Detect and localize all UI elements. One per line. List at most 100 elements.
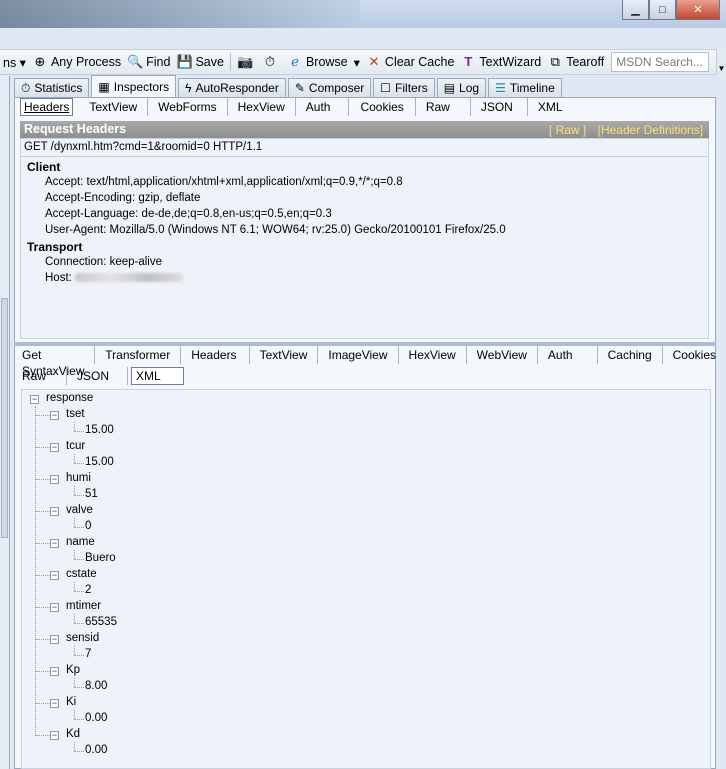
timer-button[interactable]: ⏱ bbox=[259, 54, 284, 70]
request-tab-auth[interactable]: Auth bbox=[296, 98, 350, 116]
request-tab-hexview[interactable]: HexView bbox=[228, 98, 296, 116]
request-tab-textview[interactable]: TextView bbox=[79, 98, 149, 116]
response-tab-headers[interactable]: Headers bbox=[181, 346, 250, 364]
any-process-button[interactable]: ⊕ Any Process bbox=[29, 54, 124, 70]
response-tab-textview[interactable]: TextView bbox=[250, 346, 319, 364]
toolbar-overflow-button[interactable]: ▼ bbox=[716, 49, 726, 75]
tree-node-sensid[interactable]: sensid bbox=[66, 632, 99, 644]
tree-value: 51 bbox=[85, 488, 98, 500]
tree-node-humi[interactable]: humi bbox=[66, 472, 91, 484]
textwizard-icon: T bbox=[464, 54, 473, 69]
response-tab-cookies[interactable]: Cookies bbox=[663, 346, 726, 364]
pencil-icon: ✎ bbox=[294, 81, 305, 95]
tab-filters[interactable]: ☐ Filters bbox=[373, 78, 435, 97]
response-tab-syntaxview[interactable]: Get SyntaxView bbox=[17, 346, 96, 378]
collapse-toggle[interactable]: − bbox=[50, 443, 59, 452]
tearoff-button[interactable]: ⧉ Tearoff bbox=[544, 54, 607, 70]
request-tab-cookies[interactable]: Cookies bbox=[349, 98, 416, 116]
collapse-toggle[interactable]: − bbox=[50, 475, 59, 484]
request-headers-title: Request Headers bbox=[24, 122, 127, 136]
request-tab-raw[interactable]: Raw bbox=[416, 98, 471, 116]
collapse-toggle[interactable]: − bbox=[50, 667, 59, 676]
request-tab-strip: Headers TextView WebForms HexView Auth C… bbox=[17, 98, 573, 116]
collapse-toggle[interactable]: − bbox=[50, 731, 59, 740]
save-button[interactable]: 💾 Save bbox=[173, 54, 227, 70]
tree-node-valve[interactable]: valve bbox=[66, 504, 93, 516]
find-button[interactable]: 🔍 Find bbox=[124, 54, 173, 70]
camera-button[interactable]: 📷 bbox=[234, 54, 259, 70]
tree-node-ki[interactable]: Ki bbox=[66, 696, 76, 708]
eraser-icon: ✕ bbox=[368, 54, 380, 69]
tab-composer[interactable]: ✎ Composer bbox=[287, 78, 372, 97]
tree-node-kp[interactable]: Kp bbox=[66, 664, 80, 676]
tab-autoresponder[interactable]: ϟ AutoResponder bbox=[178, 78, 286, 97]
tab-inspectors[interactable]: ▦ Inspectors bbox=[91, 75, 177, 97]
collapse-toggle[interactable]: − bbox=[50, 411, 59, 420]
clear-cache-button[interactable]: ✕ Clear Cache bbox=[363, 54, 457, 70]
collapse-toggle[interactable]: − bbox=[30, 395, 39, 404]
collapse-toggle[interactable]: − bbox=[50, 699, 59, 708]
header-group-client[interactable]: Client bbox=[27, 160, 60, 174]
browse-button[interactable]: ℯ Browse bbox=[284, 54, 351, 70]
tree-node-mtimer[interactable]: mtimer bbox=[66, 600, 101, 612]
response-tab-json[interactable]: JSON bbox=[67, 367, 129, 385]
tab-label: Log bbox=[459, 81, 480, 95]
tab-timeline[interactable]: ☰ Timeline bbox=[488, 78, 562, 97]
scrollbar-thumb[interactable] bbox=[1, 298, 8, 538]
close-button[interactable]: ✕ bbox=[676, 0, 720, 20]
title-bar: ▁ □ ✕ bbox=[0, 0, 726, 28]
tree-value: 65535 bbox=[85, 616, 117, 628]
raw-link[interactable]: [ Raw ] bbox=[549, 123, 586, 137]
binoculars-icon: 🔍 bbox=[127, 54, 144, 69]
header-definitions-link[interactable]: [Header Definitions] bbox=[598, 123, 703, 137]
request-tab-xml[interactable]: XML bbox=[528, 98, 573, 116]
collapse-toggle[interactable]: − bbox=[50, 635, 59, 644]
tree-node-root[interactable]: response bbox=[46, 392, 93, 404]
checkbox-icon: ☐ bbox=[380, 81, 392, 95]
response-tab-caching[interactable]: Caching bbox=[598, 346, 663, 364]
tree-node-kd[interactable]: Kd bbox=[66, 728, 80, 740]
collapse-toggle[interactable]: − bbox=[50, 571, 59, 580]
request-line: GET /dynxml.htm?cmd=1&roomid=0 HTTP/1.1 bbox=[24, 141, 263, 153]
tab-log[interactable]: ▤ Log bbox=[436, 78, 487, 97]
tree-node-name[interactable]: name bbox=[66, 536, 95, 548]
minimize-button[interactable]: ▁ bbox=[622, 0, 649, 20]
response-tab-transformer[interactable]: Transformer bbox=[95, 346, 182, 364]
tree-value: 2 bbox=[85, 584, 92, 596]
response-tab-auth[interactable]: Auth bbox=[538, 346, 598, 364]
collapse-toggle[interactable]: − bbox=[50, 539, 59, 548]
tree-line bbox=[74, 678, 75, 687]
xml-tree-view: − response − tset 15.00 − tcur 15.00 − h… bbox=[21, 389, 711, 769]
response-tab-imageview[interactable]: ImageView bbox=[318, 346, 399, 364]
truncated-menu-button[interactable]: ns ▾ bbox=[0, 55, 29, 70]
collapse-toggle[interactable]: − bbox=[50, 507, 59, 516]
request-tab-json[interactable]: JSON bbox=[471, 98, 528, 116]
browse-dropdown[interactable]: ▾ bbox=[351, 55, 363, 70]
response-tab-hexview[interactable]: HexView bbox=[399, 346, 467, 364]
tree-node-tset[interactable]: tset bbox=[66, 408, 85, 420]
tab-label: Inspectors bbox=[113, 79, 170, 94]
tab-statistics[interactable]: ⏱ Statistics bbox=[14, 78, 90, 97]
request-tab-webforms[interactable]: WebForms bbox=[148, 98, 228, 116]
tree-node-tcur[interactable]: tcur bbox=[66, 440, 85, 452]
timeline-icon: ☰ bbox=[495, 81, 506, 95]
save-icon: 💾 bbox=[176, 54, 193, 69]
collapse-toggle[interactable]: − bbox=[50, 603, 59, 612]
textwizard-button[interactable]: T TextWizard bbox=[457, 54, 544, 70]
header-group-transport[interactable]: Transport bbox=[27, 240, 82, 254]
maximize-button[interactable]: □ bbox=[649, 0, 676, 20]
browse-label: Browse bbox=[305, 55, 348, 69]
response-tab-xml[interactable]: XML bbox=[131, 367, 184, 385]
stopwatch-icon: ⏱ bbox=[21, 80, 31, 95]
tab-label: Timeline bbox=[509, 81, 555, 95]
clear-cache-label: Clear Cache bbox=[384, 55, 455, 69]
tree-line bbox=[36, 447, 50, 448]
tree-node-cstate[interactable]: cstate bbox=[66, 568, 97, 580]
response-tab-webview[interactable]: WebView bbox=[467, 346, 538, 364]
response-tab-raw[interactable]: Raw bbox=[17, 367, 68, 385]
tree-value: 0 bbox=[85, 520, 92, 532]
save-label: Save bbox=[195, 55, 224, 69]
request-tab-headers[interactable]: Headers bbox=[20, 98, 74, 116]
msdn-search-input[interactable]: MSDN Search... bbox=[611, 52, 710, 72]
tree-line bbox=[74, 518, 75, 527]
